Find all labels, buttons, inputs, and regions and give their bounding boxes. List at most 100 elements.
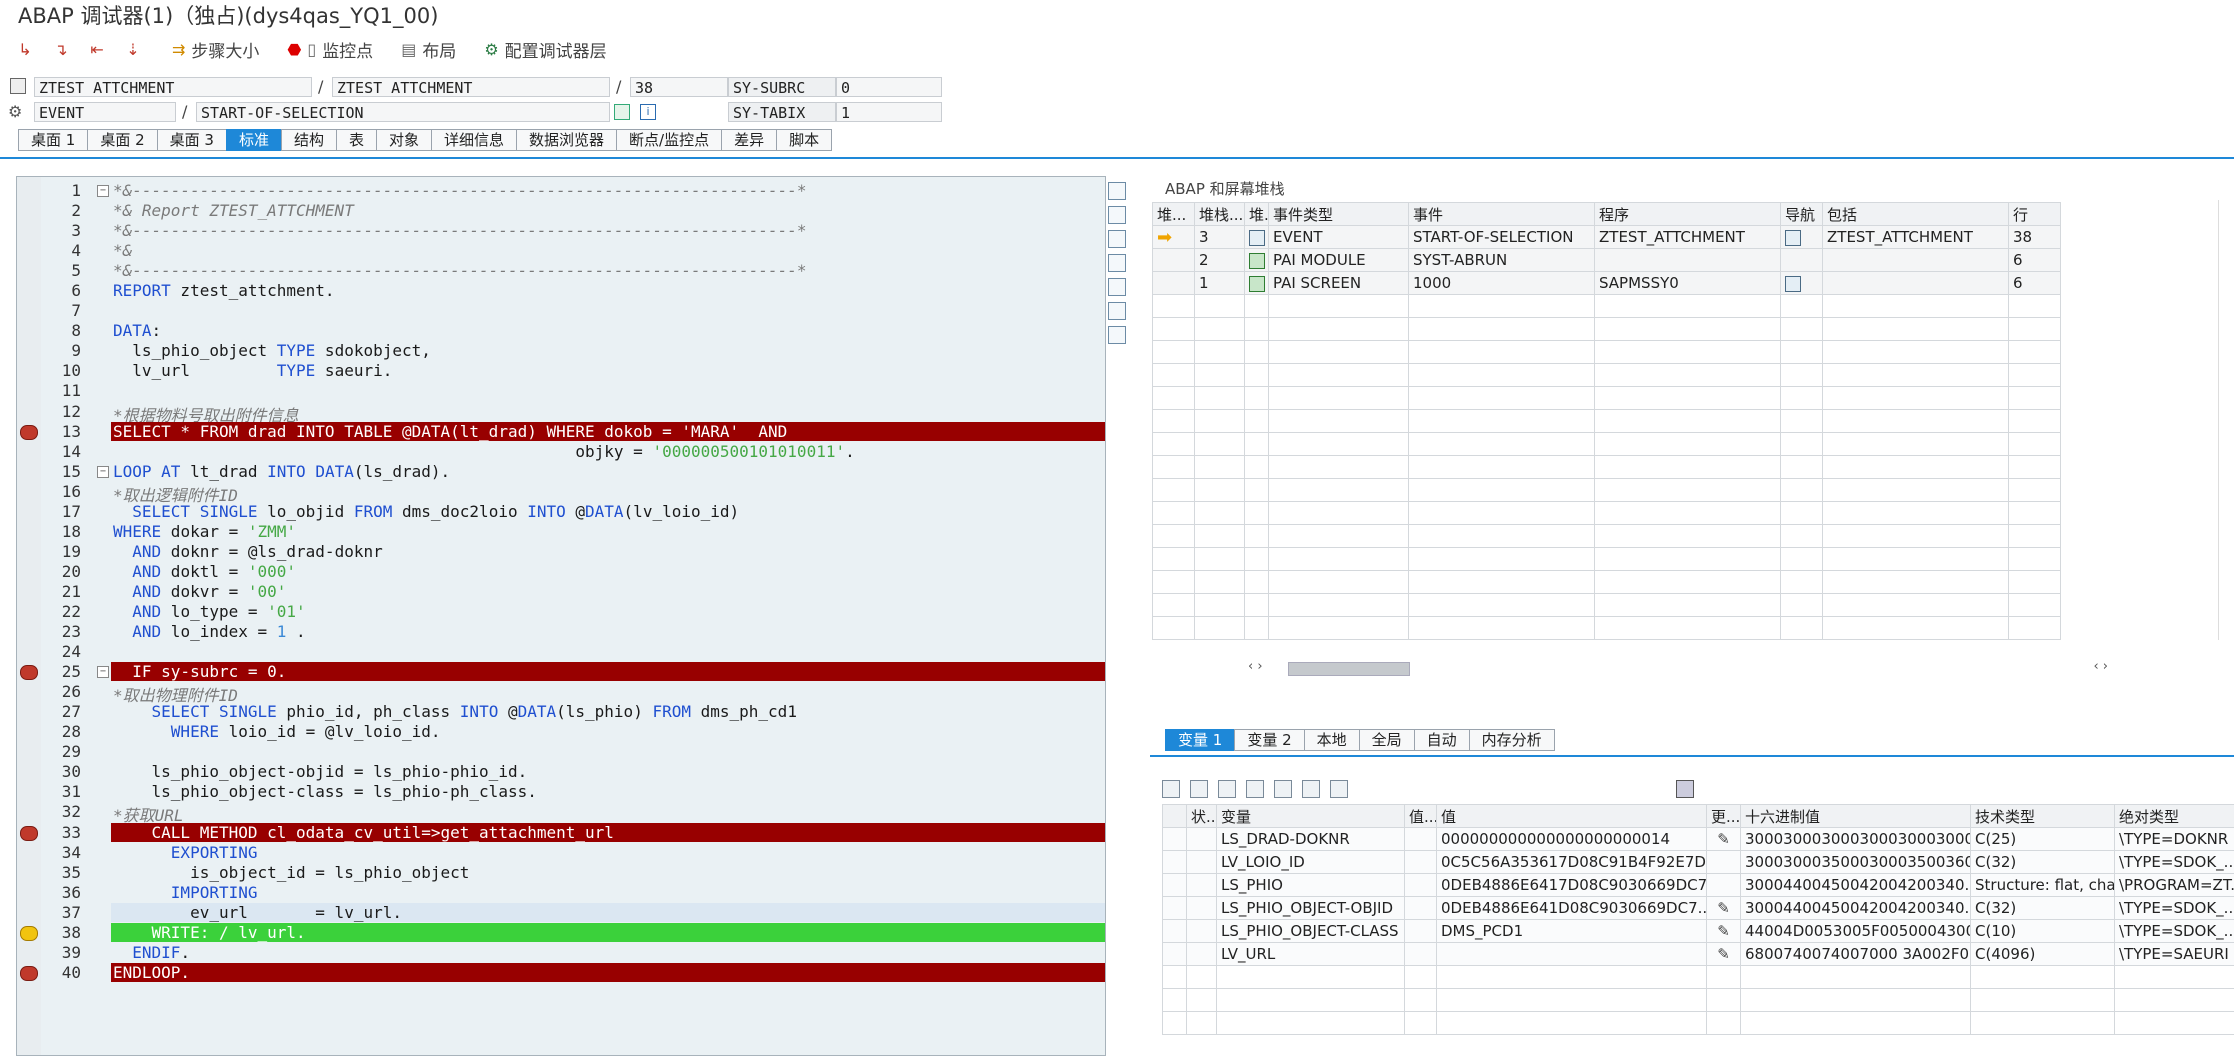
tab-standard[interactable]: 标准 [226, 129, 281, 151]
navigate-icon[interactable] [614, 104, 630, 120]
close-box-icon[interactable] [1108, 254, 1126, 272]
code-line[interactable]: 9 ls_phio_object TYPE sdokobject, [17, 341, 1105, 361]
scroll-right-icon[interactable]: ‹ › [2093, 659, 2108, 674]
var-col-header[interactable]: 值 [1437, 805, 1707, 828]
edit-pencil-icon[interactable]: ✎ [1707, 943, 1741, 966]
code-line[interactable]: 37 ev_url = lv_url. [17, 903, 1105, 923]
append-icon[interactable] [1218, 780, 1236, 798]
code-line[interactable]: 1−*&------------------------------------… [17, 181, 1105, 201]
source-code-editor[interactable]: 1−*&------------------------------------… [16, 176, 1106, 1056]
tab-variables-1[interactable]: 变量 1 [1165, 729, 1234, 751]
stack-col-header[interactable]: 堆... [1153, 203, 1195, 226]
breakpoint-icon[interactable] [20, 665, 38, 680]
code-line[interactable]: 2*& Report ZTEST_ATTCHMENT [17, 201, 1105, 221]
document-icon[interactable] [1108, 206, 1126, 224]
code-line[interactable]: 35 is_object_id = ls_phio_object [17, 863, 1105, 883]
code-line[interactable]: 25− IF sy-subrc = 0. [17, 662, 1105, 682]
code-line[interactable]: 31 ls_phio_object-class = ls_phio-ph_cla… [17, 782, 1105, 802]
variable-row[interactable]: LV_URL✎6800740074007000 3A002F00...C(409… [1163, 943, 2234, 966]
swap-icon[interactable] [1108, 230, 1126, 248]
code-line[interactable]: 22 AND lo_type = '01' [17, 602, 1105, 622]
tree-icon[interactable] [1274, 780, 1292, 798]
code-line[interactable]: 8DATA: [17, 321, 1105, 341]
tab-global[interactable]: 全局 [1359, 729, 1414, 751]
stack-col-header[interactable]: 导航 [1781, 203, 1823, 226]
edit-pencil-icon[interactable]: ✎ [1707, 828, 1741, 851]
variable-row[interactable]: LS_PHIO_OBJECT-OBJID0DEB4886E641D08C9030… [1163, 897, 2234, 920]
variable-row[interactable]: LS_PHIO0DEB4886E6417D08C9030669DC7...300… [1163, 874, 2234, 897]
step-over-icon[interactable]: ↴ [50, 38, 72, 60]
headset-icon[interactable] [1108, 302, 1126, 320]
tab-local[interactable]: 本地 [1304, 729, 1359, 751]
tab-table[interactable]: 表 [336, 129, 376, 151]
breakpoint-icon[interactable] [20, 826, 38, 841]
stack-horizontal-scrollbar[interactable]: ‹ › ‹ › [1248, 659, 2108, 675]
code-line[interactable]: 40ENDLOOP. [17, 963, 1105, 983]
code-line[interactable]: 23 AND lo_index = 1 . [17, 622, 1105, 642]
scroll-left-icon[interactable]: ‹ › [1248, 659, 1263, 674]
stack-col-header[interactable]: 堆.. [1245, 203, 1269, 226]
edit-pencil-icon[interactable]: ✎ [1707, 920, 1741, 943]
code-line[interactable]: 4*& [17, 241, 1105, 261]
remove-icon[interactable] [1246, 780, 1264, 798]
code-line[interactable]: 12*根据物料号取出附件信息 [17, 402, 1105, 422]
insert-icon[interactable] [1190, 780, 1208, 798]
code-line[interactable]: 5*&-------------------------------------… [17, 261, 1105, 281]
stack-col-header[interactable]: 包括 [1823, 203, 2009, 226]
variable-row[interactable]: LS_PHIO_OBJECT-CLASSDMS_PCD1✎44004D00530… [1163, 920, 2234, 943]
code-line[interactable]: 15−LOOP AT lt_drad INTO DATA(ls_drad). [17, 462, 1105, 482]
code-line[interactable]: 21 AND dokvr = '00' [17, 582, 1105, 602]
code-line[interactable]: 28 WHERE loio_id = @lv_loio_id. [17, 722, 1105, 742]
layout-button[interactable]: ▤ 布局 [401, 37, 456, 62]
step-size-button[interactable]: ⇉ 步骤大小 [172, 37, 259, 62]
stack-row[interactable]: 1 PAI SCREEN 1000 SAPMSSY0 6 [1153, 272, 2061, 295]
swap-icon[interactable] [1302, 780, 1320, 798]
var-col-header[interactable]: 更... [1707, 805, 1741, 828]
var-col-header[interactable]: 变量 [1217, 805, 1405, 828]
var-name[interactable]: LS_PHIO_OBJECT-OBJID [1217, 897, 1405, 920]
code-line[interactable]: 36 IMPORTING [17, 883, 1105, 903]
watchpoint-button[interactable]: ⬣ ▯ 监控点 [287, 37, 373, 62]
code-line[interactable]: 19 AND doknr = @ls_drad-doknr [17, 542, 1105, 562]
stack-col-header[interactable]: 事件类型 [1269, 203, 1409, 226]
step-into-icon[interactable]: ↳ [14, 38, 36, 60]
info-icon[interactable]: i [640, 104, 656, 120]
tab-script[interactable]: 脚本 [776, 129, 832, 151]
code-line[interactable]: 16*取出逻辑附件ID [17, 482, 1105, 502]
tab-structure[interactable]: 结构 [281, 129, 336, 151]
var-col-header[interactable]: 十六进制值 [1741, 805, 1971, 828]
stack-col-header[interactable]: 行 [2009, 203, 2061, 226]
scroll-thumb[interactable] [1288, 662, 1410, 676]
code-line[interactable]: 14 objky = '000000500101010011'. [17, 442, 1105, 462]
var-col-header[interactable]: 绝对类型 [2115, 805, 2234, 828]
close-icon[interactable] [1108, 182, 1126, 200]
delete-icon[interactable] [1162, 780, 1180, 798]
breakpoint-icon[interactable] [20, 926, 38, 941]
navigate-icon[interactable] [1781, 272, 1823, 295]
variable-row[interactable]: LS_DRAD-DOKNR000000000000000000000014✎30… [1163, 828, 2234, 851]
fold-toggle-icon[interactable]: − [97, 666, 109, 678]
tab-desktop-2[interactable]: 桌面 2 [87, 129, 156, 151]
var-name[interactable]: LV_URL [1217, 943, 1405, 966]
code-line[interactable]: 11 [17, 381, 1105, 401]
var-col-header[interactable]: 值... [1405, 805, 1437, 828]
code-line[interactable]: 34 EXPORTING [17, 843, 1105, 863]
continue-icon[interactable]: ⇣ [122, 38, 144, 60]
tab-desktop-1[interactable]: 桌面 1 [18, 129, 87, 151]
var-col-header[interactable]: 状... [1187, 805, 1217, 828]
save-icon[interactable] [1676, 780, 1694, 798]
tab-data-explorer[interactable]: 数据浏览器 [516, 129, 616, 151]
stack-row[interactable]: 2 PAI MODULE SYST-ABRUN 6 [1153, 249, 2061, 272]
var-name[interactable]: LS_PHIO [1217, 874, 1405, 897]
code-line[interactable]: 10 lv_url TYPE saeuri. [17, 361, 1105, 381]
variable-row[interactable]: LV_LOIO_ID0C5C56A353617D08C91B4F92E7D...… [1163, 851, 2234, 874]
var-name[interactable]: LS_DRAD-DOKNR [1217, 828, 1405, 851]
stack-row[interactable]: ➡ 3 EVENT START-OF-SELECTION ZTEST_ATTCH… [1153, 226, 2061, 249]
code-line[interactable]: 24 [17, 642, 1105, 662]
code-line[interactable]: 27 SELECT SINGLE phio_id, ph_class INTO … [17, 702, 1105, 722]
tab-details[interactable]: 详细信息 [431, 129, 516, 151]
var-col-header[interactable]: 技术类型 [1971, 805, 2115, 828]
stack-vertical-scrollbar[interactable] [2218, 200, 2233, 640]
tab-objects[interactable]: 对象 [376, 129, 431, 151]
code-line[interactable]: 30 ls_phio_object-objid = ls_phio-phio_i… [17, 762, 1105, 782]
